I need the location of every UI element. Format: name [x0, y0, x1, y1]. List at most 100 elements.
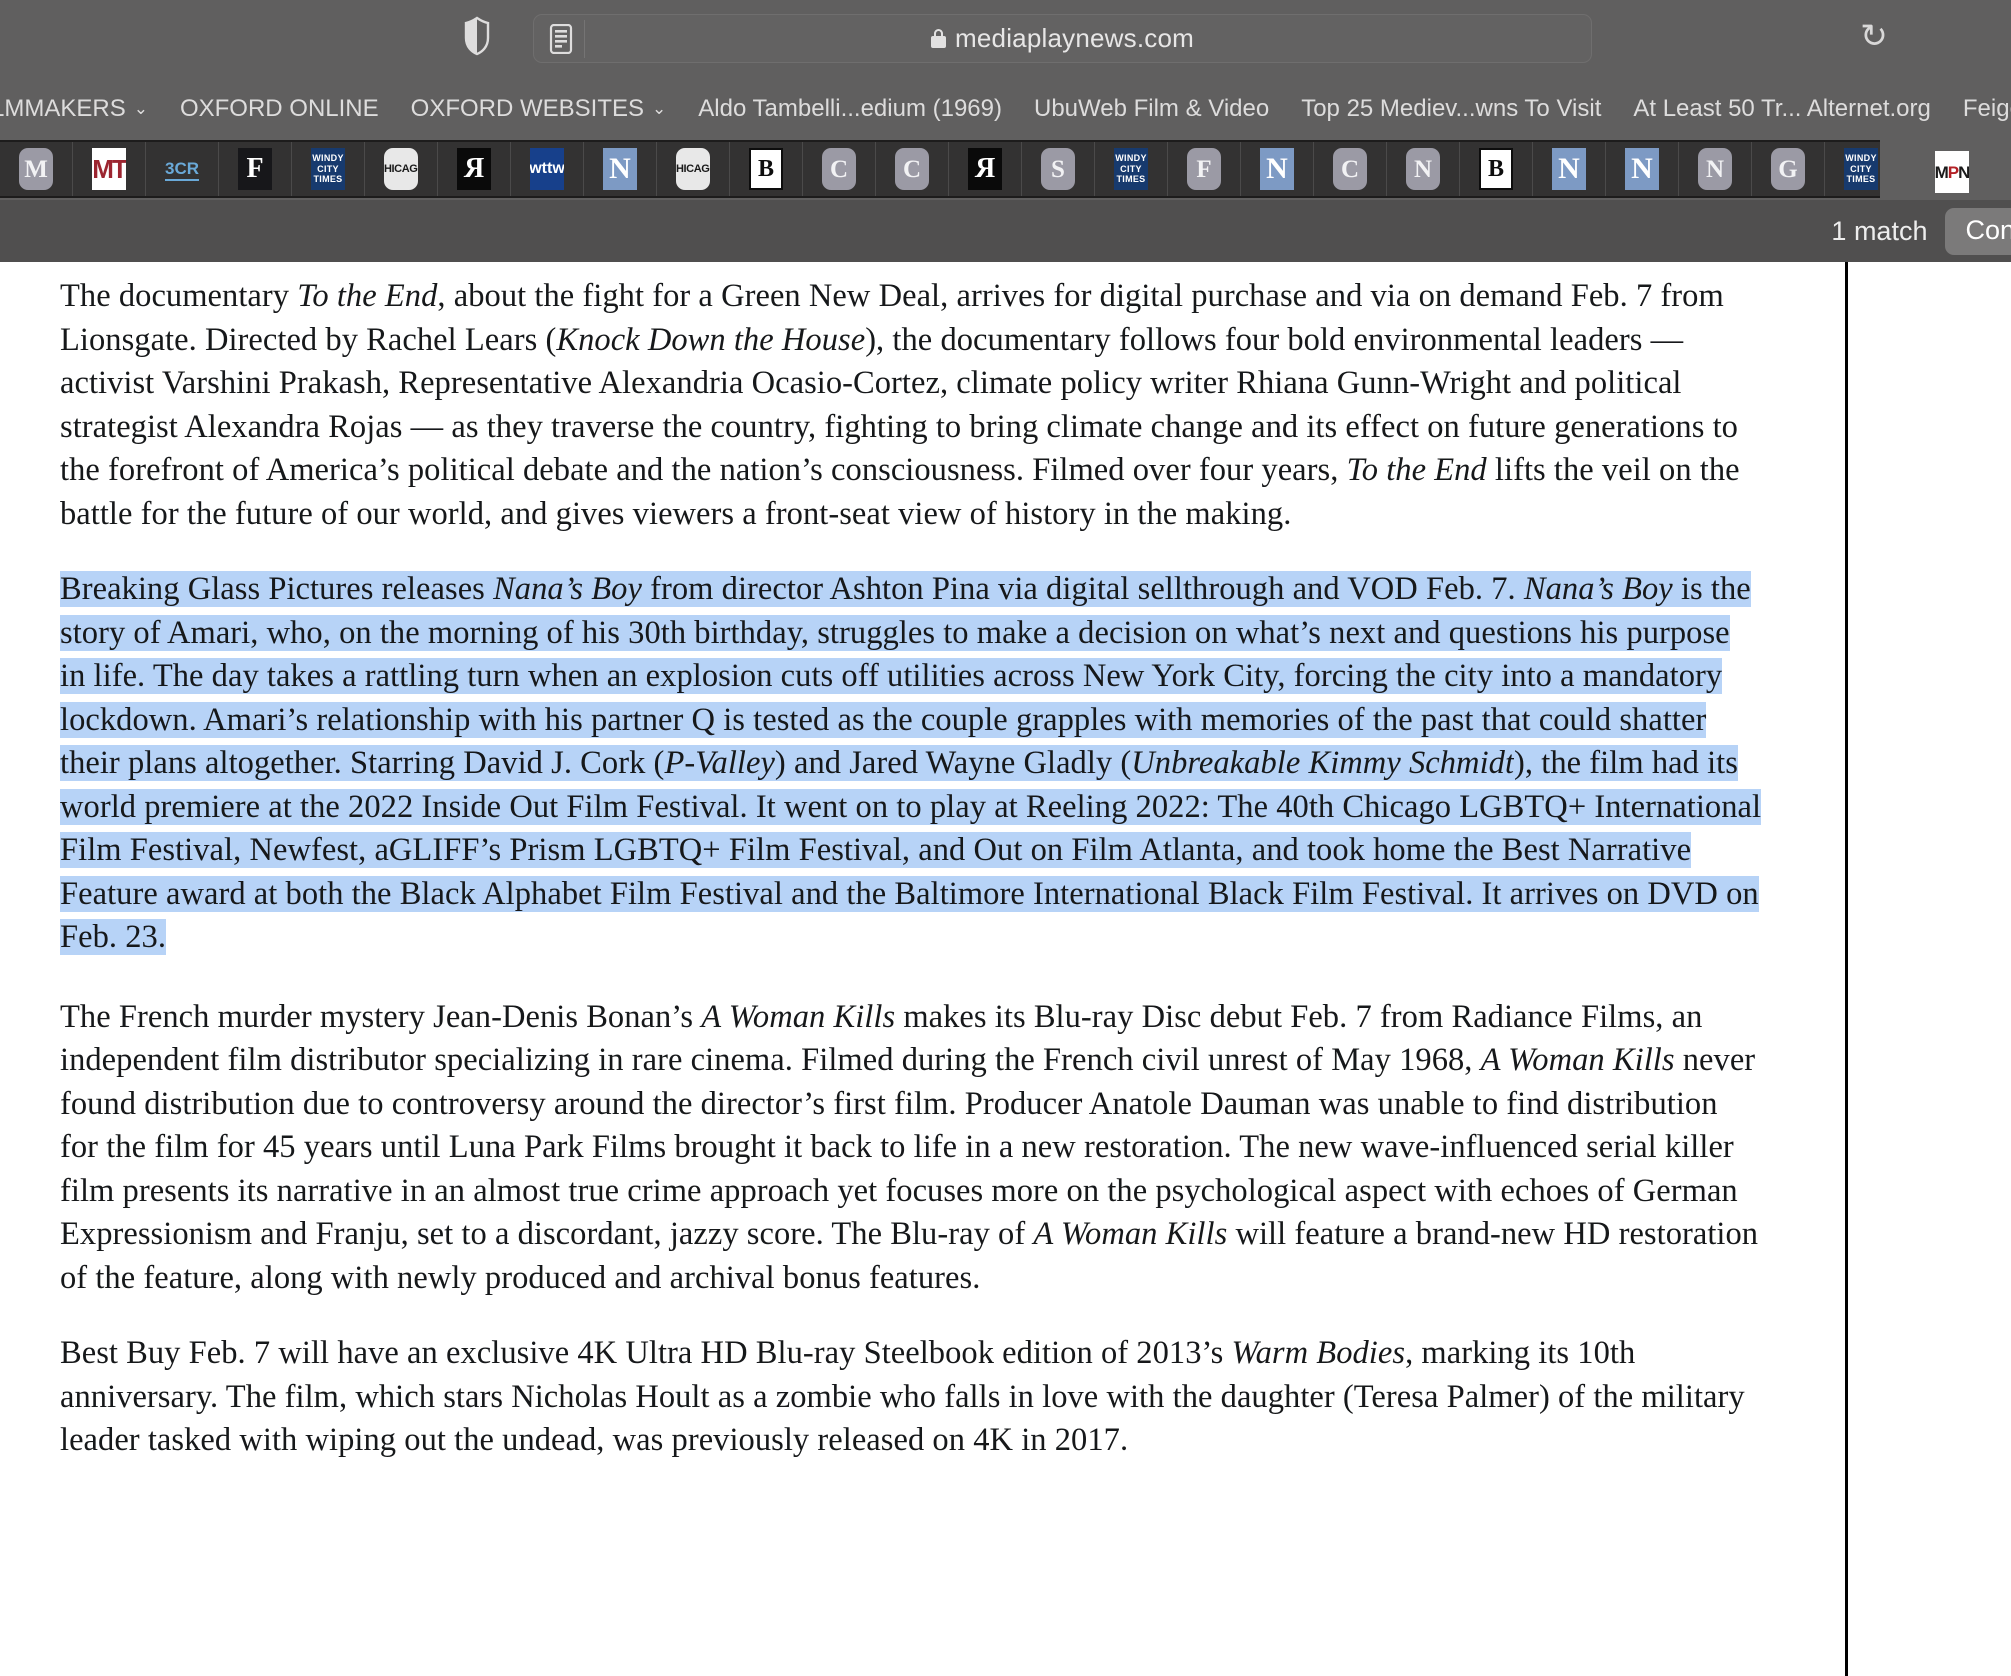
favicon-chicago-2: cHICAGo	[676, 148, 710, 190]
favicon-bar-item[interactable]: F	[219, 142, 292, 196]
browser-chrome: mediaplaynews.com ↻ LMMAKERS ⌄ OXFORD ONLI…	[0, 0, 2011, 262]
italic-title: P-Valley	[664, 745, 775, 781]
bookmark-label: Feigenbaum	[1962, 95, 2011, 122]
favicon-n-grey-1: N	[1406, 148, 1440, 190]
italic-title: A Woman Kills	[701, 998, 896, 1035]
favicon-bar-item[interactable]: N	[1387, 142, 1460, 196]
favicon-bar-item[interactable]: wttw	[511, 142, 584, 196]
paragraph-nanas-boy: Breaking Glass Pictures releases Nana’s …	[60, 568, 1762, 960]
favicon-bar-item[interactable]: N	[1533, 142, 1606, 196]
shield-icon[interactable]	[463, 16, 491, 56]
bookmark-label: OXFORD WEBSITES	[410, 95, 645, 122]
favicon-r-reversed-2: R	[968, 148, 1002, 190]
favicon-f-grey: F	[1187, 148, 1221, 190]
reader-view-icon[interactable]	[548, 23, 574, 55]
favicon-bar-item[interactable]: B	[1460, 142, 1533, 196]
favicon-bar-item[interactable]: N	[1679, 142, 1752, 196]
favicon-bar-item[interactable]: N	[584, 142, 657, 196]
chevron-down-icon: ⌄	[133, 99, 148, 118]
favicon-bar-item[interactable]: N	[1606, 142, 1679, 196]
favicon-bar-item[interactable]: C	[1314, 142, 1387, 196]
bookmark-label: UbuWeb Film & Video	[1033, 95, 1270, 122]
bookmark-item[interactable]: At Least 50 Tr... Alternet.org	[1617, 95, 1947, 123]
browser-toolbar: mediaplaynews.com ↻	[0, 0, 2011, 72]
favicon-bar-item[interactable]: G	[1752, 142, 1825, 196]
favicon-f-black: F	[238, 148, 272, 190]
bookmark-item[interactable]: Aldo Tambelli...edium (1969)	[682, 95, 1018, 123]
italic-title: Knock Down the House	[556, 321, 866, 358]
favicon-wttw: wttw	[530, 148, 564, 190]
favicon-bar-item[interactable]: M	[0, 142, 73, 196]
bookmarks-bar: LMMAKERS ⌄ OXFORD ONLINE OXFORD WEBSITES ⌄ Al…	[0, 88, 2011, 130]
italic-title: Nana’s Boy	[493, 571, 642, 607]
content-vertical-rule	[1845, 262, 1848, 1676]
favicon-bar-overflow-item[interactable]: MPN	[1935, 151, 1969, 193]
bookmark-label: OXFORD ONLINE	[179, 95, 379, 122]
bookmark-item[interactable]: LMMAKERS ⌄	[0, 95, 164, 123]
favicon-c-grey-3: C	[1333, 148, 1367, 190]
favicon-b-white-1: B	[749, 148, 783, 190]
chevron-down-icon: ⌄	[652, 99, 667, 118]
favicon-bar-item[interactable]: WINDY CITY TIMES	[1825, 142, 1880, 196]
favicon-n-blue-3: N	[1552, 148, 1586, 190]
favicon-c-grey-2: C	[895, 148, 929, 190]
italic-title: A Woman Kills	[1480, 1042, 1675, 1078]
body-text: from director Ashton Pina via digital se…	[641, 571, 1524, 607]
favicon-g-grey: G	[1771, 148, 1805, 190]
favicon-bar-item[interactable]: MT	[73, 142, 146, 196]
favicon-bar-item[interactable]: WINDY CITY TIMES	[1095, 142, 1168, 196]
page-content: The documentary To the End, about the fi…	[0, 262, 2011, 1676]
bookmark-label: LMMAKERS	[0, 95, 126, 122]
address-bar[interactable]	[533, 14, 1592, 63]
bookmark-label: Top 25 Mediev...wns To Visit	[1301, 95, 1602, 122]
bookmark-item[interactable]: OXFORD ONLINE	[164, 95, 395, 123]
favicon-bar-item[interactable]: 3CR	[146, 142, 219, 196]
bookmark-label: Aldo Tambelli...edium (1969)	[698, 95, 1002, 122]
bookmark-label: At Least 50 Tr... Alternet.org	[1633, 95, 1931, 122]
body-text: The documentary	[60, 278, 298, 314]
bookmark-item[interactable]: Feigenbaum	[1947, 95, 2011, 123]
favicon-n-blue-1: N	[603, 148, 637, 190]
favicon-bar-item[interactable]: WINDY CITY TIMES	[292, 142, 365, 196]
paragraph-a-woman-kills: The French murder mystery Jean-Denis Bon…	[60, 996, 1762, 1301]
body-text: ) and Jared Wayne Gladly (	[774, 745, 1132, 781]
italic-title: Unbreakable Kimmy Schmidt	[1131, 745, 1515, 781]
address-bar-divider	[584, 20, 585, 58]
favicon-windy-city-times-3: WINDY CITY TIMES	[1844, 148, 1878, 190]
reload-icon[interactable]: ↻	[1855, 18, 1893, 56]
find-continue-button[interactable]: Con	[1945, 207, 2011, 255]
bookmark-item[interactable]: OXFORD WEBSITES ⌄	[395, 95, 683, 123]
favicon-c-grey-1: C	[822, 148, 856, 190]
article-body: The documentary To the End, about the fi…	[60, 262, 1762, 1495]
body-text: The French murder mystery Jean-Denis Bon…	[60, 998, 702, 1035]
favicon-bar-item[interactable]: B	[730, 142, 803, 196]
paragraph-warm-bodies: Best Buy Feb. 7 will have an exclusive 4…	[60, 1332, 1762, 1463]
favicon-bar-item[interactable]: cHICAGo	[365, 142, 438, 196]
favicon-bar-item[interactable]: S	[1022, 142, 1095, 196]
favicon-bar-item[interactable]: N	[1241, 142, 1314, 196]
italic-title: Warm Bodies	[1231, 1335, 1406, 1371]
favicon-bar-item[interactable]: F	[1168, 142, 1241, 196]
italic-title: Nana’s Boy	[1523, 571, 1673, 607]
bookmark-item[interactable]: UbuWeb Film & Video	[1018, 95, 1285, 123]
favicon-3cr: 3CR	[165, 157, 199, 181]
favicon-bar-item[interactable]: R	[438, 142, 511, 196]
favicon-windy-city-times-2: WINDY CITY TIMES	[1114, 148, 1148, 190]
favicon-n-blue-4: N	[1625, 148, 1659, 190]
favicon-mt: MT	[92, 148, 126, 190]
favicon-r-reversed-1: R	[457, 148, 491, 190]
italic-title: A Woman Kills	[1033, 1216, 1228, 1252]
favicon-mpn-2: MPN	[1935, 151, 1969, 193]
favicon-bar-item[interactable]: cHICAGo	[657, 142, 730, 196]
favicon-bar-item[interactable]: C	[803, 142, 876, 196]
body-text: Best Buy Feb. 7 will have an exclusive 4…	[60, 1335, 1232, 1371]
favicon-chicago-1: cHICAGo	[384, 148, 418, 190]
favicon-b-white-2: B	[1479, 148, 1513, 190]
favicon-bar-item[interactable]: C	[876, 142, 949, 196]
favicon-m: M	[19, 148, 53, 190]
favicon-bar: M MT 3CR F WINDYCITYTIMES cHICAGo Rwttw NcHICAG…	[0, 140, 1880, 198]
bookmark-item[interactable]: Top 25 Mediev...wns To Visit	[1285, 95, 1617, 123]
favicon-bar-item[interactable]: R	[949, 142, 1022, 196]
favicon-n-blue-2: N	[1260, 148, 1294, 190]
find-bar: 1 match Con	[0, 200, 2011, 262]
